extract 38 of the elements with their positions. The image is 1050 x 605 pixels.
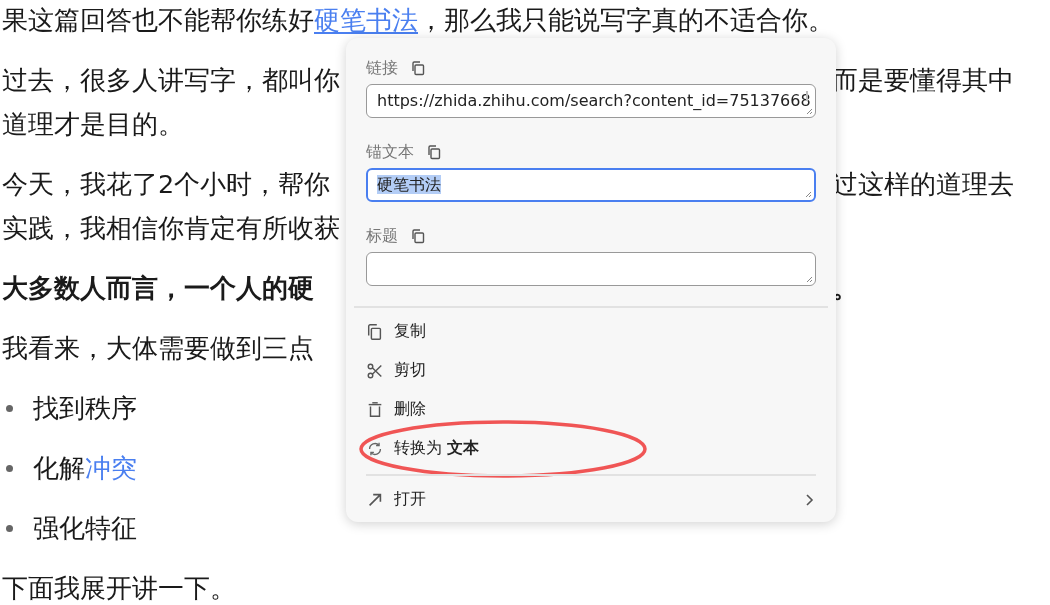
menu-item[interactable]: 转换为 文本: [366, 429, 816, 468]
scissors-icon: [366, 361, 384, 380]
copy-icon[interactable]: [426, 144, 442, 160]
menu-item[interactable]: 剪切: [366, 351, 816, 390]
copy-icon[interactable]: [410, 228, 426, 244]
paragraph-text: 道理才是目的。: [2, 109, 184, 139]
link[interactable]: 冲突: [85, 450, 137, 486]
list-item-text: 找到秩序: [33, 391, 137, 425]
field-label: 链接: [366, 57, 398, 79]
input-field[interactable]: https://zhida.zhihu.com/search?content_id=75137668: [366, 84, 816, 118]
paragraph-text: 过去，很多人讲写字，都叫你: [2, 65, 340, 95]
menu-item[interactable]: 打开: [366, 474, 816, 519]
resize-grip-icon[interactable]: [804, 190, 812, 198]
resize-grip-icon[interactable]: [805, 275, 813, 283]
copy-icon[interactable]: [410, 60, 426, 76]
paragraph-text: 大多数人而言，一个人的硬: [2, 273, 314, 303]
paragraph-text: ，那么我只能说写字真的不适合你。: [418, 5, 834, 35]
paragraph-text: 下面我展开讲一下。: [2, 573, 236, 603]
menu-item[interactable]: 复制: [366, 312, 816, 351]
link[interactable]: 硬笔书法: [314, 5, 418, 35]
list-item-text: 强化特征: [33, 511, 137, 545]
bullet-icon: [6, 464, 13, 472]
paragraph-text: 我看来，大体需要做到三点: [2, 333, 314, 363]
paragraph-text: 今天，我花了2个小时，帮你: [2, 169, 331, 199]
menu-item[interactable]: 删除: [366, 390, 816, 429]
chevron-right-icon: [804, 492, 814, 507]
bullet-icon: [6, 524, 13, 532]
field-label: 标题: [366, 225, 398, 247]
scrollbar[interactable]: [806, 91, 808, 101]
paragraph-text: 果这篇回答也不能帮你练好: [2, 5, 314, 35]
input-field[interactable]: [366, 252, 816, 286]
input-field[interactable]: 硬笔书法: [366, 168, 816, 202]
paragraph-text: 实践，我相信你肯定有所收获: [2, 213, 340, 243]
list-item-text: 化解: [33, 451, 85, 485]
field-label: 锚文本: [366, 141, 414, 163]
trash-icon: [366, 400, 384, 419]
bullet-icon: [6, 404, 13, 412]
copy-icon: [366, 322, 384, 341]
